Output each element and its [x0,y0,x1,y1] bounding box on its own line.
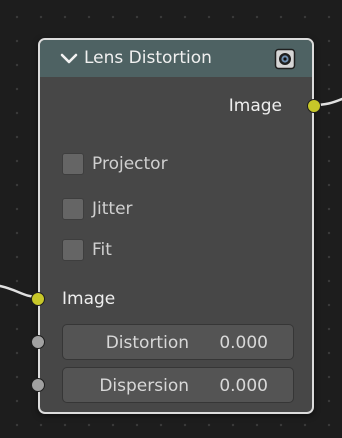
preview-eye-icon[interactable] [274,48,296,70]
projector-label: Projector [92,154,168,174]
dispersion-label: Dispersion [99,376,189,396]
node-header[interactable]: Lens Distortion [40,40,312,77]
distortion-label: Distortion [105,333,189,353]
input-image-label: Image [62,289,116,309]
distortion-socket[interactable] [31,335,45,349]
output-image-label: Image [228,96,282,116]
projector-checkbox[interactable] [62,153,84,175]
projector-option[interactable]: Projector [62,152,168,176]
chevron-down-icon[interactable] [60,50,78,68]
dispersion-value: 0.000 [219,376,268,396]
lens-distortion-node[interactable]: Lens Distortion Image Projector Jitter F… [31,38,321,414]
dispersion-field[interactable]: Dispersion 0.000 [62,367,294,403]
node-title: Lens Distortion [84,48,212,68]
distortion-value: 0.000 [219,333,268,353]
dispersion-socket[interactable] [31,378,45,392]
jitter-option[interactable]: Jitter [62,197,133,221]
fit-label: Fit [92,240,112,260]
fit-option[interactable]: Fit [62,238,112,262]
output-image-socket[interactable] [307,99,321,113]
jitter-label: Jitter [92,199,133,219]
input-image-socket[interactable] [31,292,45,306]
jitter-checkbox[interactable] [62,198,84,220]
distortion-field[interactable]: Distortion 0.000 [62,324,294,360]
node-editor-canvas[interactable]: Lens Distortion Image Projector Jitter F… [0,0,342,438]
fit-checkbox[interactable] [62,239,84,261]
